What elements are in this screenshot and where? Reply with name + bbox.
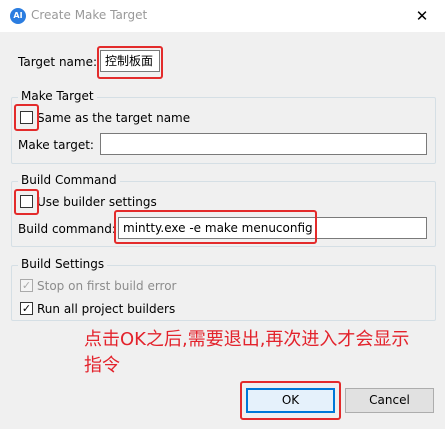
cancel-button[interactable]: Cancel [345,388,434,413]
build-settings-group-title: Build Settings [18,257,108,271]
stop-on-first-error-label: Stop on first build error [37,279,177,293]
make-target-input[interactable] [100,133,427,155]
stop-on-first-error-checkbox: ✓ [20,279,33,292]
highlight-box-build-command [114,210,317,244]
window-title: Create Make Target [31,8,148,22]
build-command-group-title: Build Command [18,173,120,187]
same-as-target-name-label: Same as the target name [37,111,191,125]
highlight-box-same-as-target [14,104,39,131]
highlight-box-use-builder [14,189,39,215]
highlight-box-target-name [97,46,163,79]
close-icon[interactable]: ✕ [408,4,436,28]
annotation-text: 点击OK之后,需要退出,再次进入才会显示指令 [84,329,410,376]
target-name-label: Target name: [18,55,98,69]
title-bar: AI Create Make Target ✕ [0,0,445,32]
highlight-box-ok [240,381,341,420]
make-target-label: Make target: [18,138,94,152]
run-all-builders-checkbox[interactable]: ✓ [20,302,33,315]
build-command-label: Build command: [18,222,116,236]
run-all-builders-label: Run all project builders [37,302,176,316]
use-builder-settings-label: Use builder settings [37,195,157,209]
app-icon: AI [10,8,26,24]
make-target-group-title: Make Target [18,89,97,103]
